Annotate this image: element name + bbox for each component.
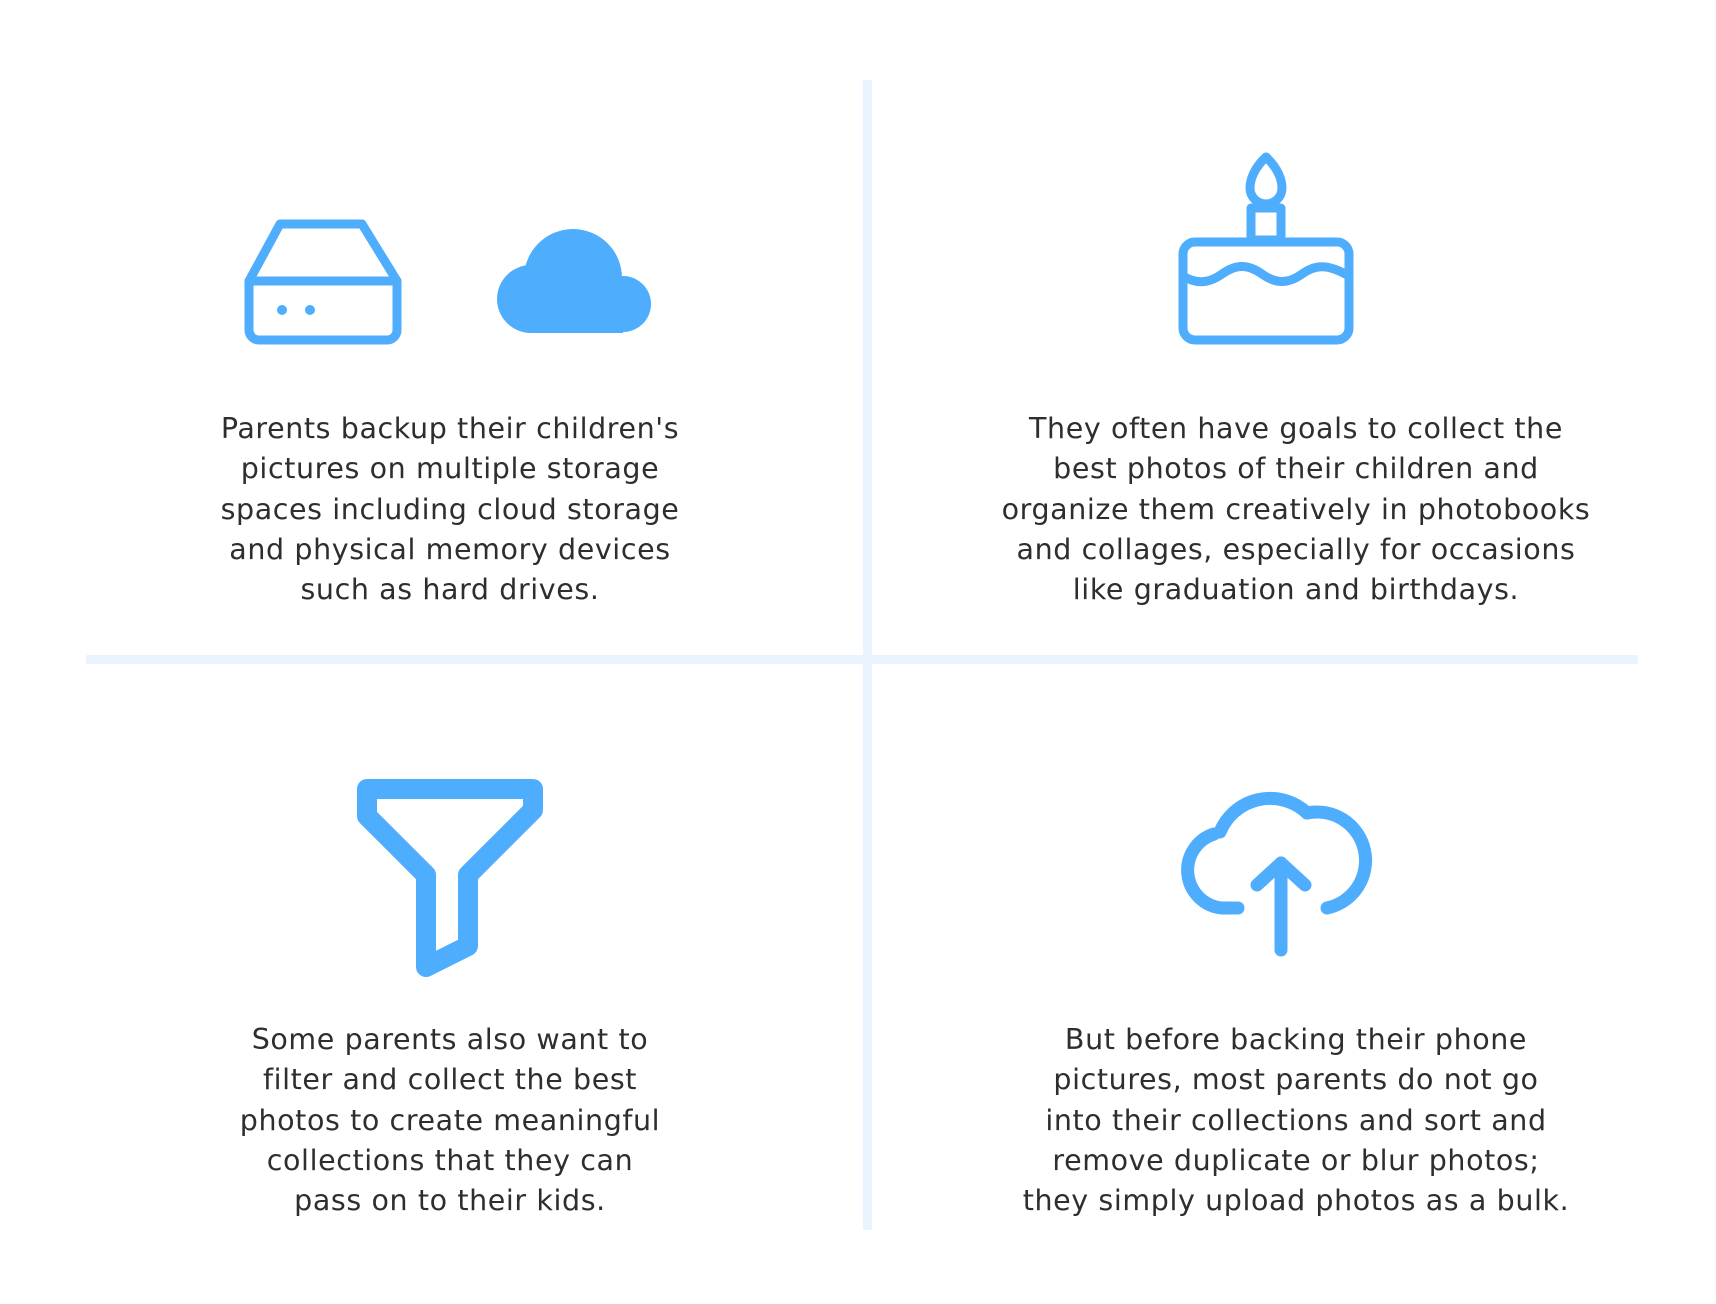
hard-drive-icon (244, 218, 402, 345)
caption-line: like graduation and birthdays. (1072, 573, 1520, 607)
caption-line: pass on to their kids. (294, 1184, 606, 1218)
cloud-upload-icon (1178, 772, 1386, 958)
caption-line: spaces including cloud storage (220, 492, 680, 526)
caption-line: collections that they can (266, 1143, 634, 1177)
caption-line: remove duplicate or blur photos; (1052, 1143, 1540, 1177)
panel-goals-caption: They often have goals to collect the bes… (956, 409, 1636, 610)
caption-line: they simply upload photos as a bulk. (1022, 1184, 1570, 1218)
caption-line: best photos of their children and (1053, 452, 1539, 486)
caption-line: But before backing their phone (1064, 1023, 1528, 1056)
horizontal-divider (86, 655, 1638, 664)
caption-line: pictures on multiple storage (240, 452, 660, 486)
cloud-icon (497, 228, 651, 334)
caption-line: into their collections and sort and (1045, 1103, 1547, 1137)
caption-line: photos to create meaningful (239, 1103, 661, 1137)
birthday-cake-icon (1178, 152, 1354, 346)
caption-line: such as hard drives. (300, 573, 600, 607)
filter-funnel-icon (356, 778, 544, 978)
panel-filter-caption: Some parents also want to filter and col… (120, 1020, 780, 1221)
caption-line: They often have goals to collect the (1029, 412, 1563, 445)
caption-line: and collages, especially for occasions (1016, 532, 1576, 566)
caption-line: Some parents also want to (251, 1023, 649, 1056)
caption-line: Parents backup their children's (220, 412, 680, 445)
infographic-canvas: Parents backup their children's pictures… (0, 0, 1716, 1304)
caption-line: organize them creatively in photobooks (1001, 492, 1591, 526)
caption-line: pictures, most parents do not go (1053, 1063, 1539, 1097)
caption-line: and physical memory devices (229, 532, 671, 566)
caption-line: filter and collect the best (262, 1063, 638, 1097)
panel-upload-caption: But before backing their phone pictures,… (956, 1020, 1636, 1221)
panel-storage-caption: Parents backup their children's pictures… (120, 409, 780, 610)
